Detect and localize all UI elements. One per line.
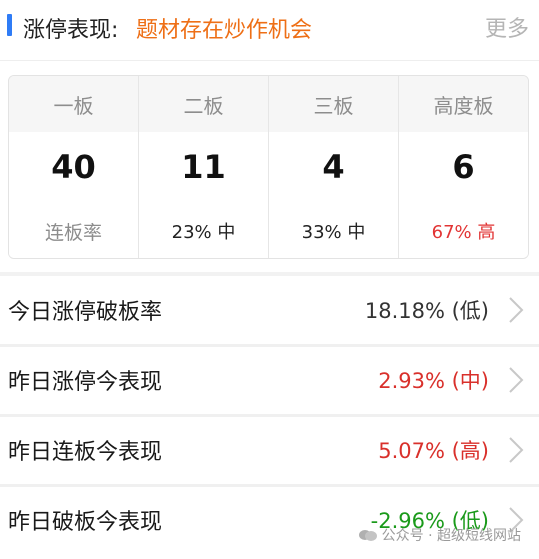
rate-cell: 67% 高 [399, 202, 528, 258]
metric-label: 昨日连板今表现 [8, 440, 163, 465]
metric-row-limit-break-rate[interactable]: 今日涨停破板率 18.18% (低) [0, 277, 539, 343]
board-col-header: 二板 [139, 76, 269, 132]
board-col-header: 三板 [269, 76, 399, 132]
board-col-header: 一板 [9, 76, 139, 132]
board-col-header: 高度板 [399, 76, 528, 132]
metric-label: 今日涨停破板率 [8, 300, 163, 325]
metric-value: 5.07% (高) [378, 439, 489, 463]
board-count-cell: 4 [269, 132, 399, 202]
rate-cell: 33% 中 [269, 202, 399, 258]
header-accent-bar [7, 14, 12, 36]
board-count-cell: 6 [399, 132, 528, 202]
chevron-right-icon [509, 437, 524, 463]
board-col-label: 一板 [53, 93, 94, 118]
board-count: 11 [181, 148, 226, 186]
chevron-right-icon [509, 367, 524, 393]
metric-value: 2.93% (中) [378, 369, 489, 393]
metric-label: 昨日破板今表现 [8, 510, 163, 535]
rate-value: 67% 高 [431, 222, 496, 243]
watermark-text: 公众号 · 超级短线网站 [381, 528, 521, 544]
rate-label-cell: 连板率 [9, 202, 139, 258]
board-count-row: 40 11 4 6 [9, 132, 528, 202]
metric-row-yesterday-consecutive[interactable]: 昨日连板今表现 5.07% (高) [0, 417, 539, 483]
metric-label: 昨日涨停今表现 [8, 370, 163, 395]
board-stats-table: 一板 二板 三板 高度板 40 11 4 6 连板率 23% 中 33% 中 6… [8, 75, 529, 259]
chevron-right-icon [509, 297, 524, 323]
board-header-row: 一板 二板 三板 高度板 [9, 76, 528, 132]
more-link[interactable]: 更多 [485, 11, 529, 43]
section-subtitle: 题材存在炒作机会 [136, 18, 313, 43]
board-col-label: 二板 [183, 93, 224, 118]
section-title: 涨停表现: [23, 18, 119, 43]
board-col-label: 三板 [313, 93, 354, 118]
rate-value: 33% 中 [301, 222, 366, 243]
wechat-icon [358, 530, 377, 541]
metric-row-yesterday-limit-up[interactable]: 昨日涨停今表现 2.93% (中) [0, 347, 539, 413]
watermark: 公众号 · 超级短线网站 [358, 525, 521, 545]
board-count-cell: 40 [9, 132, 139, 202]
rate-label: 连板率 [44, 221, 102, 244]
rate-cell: 23% 中 [139, 202, 269, 258]
board-count: 6 [452, 148, 475, 186]
rate-value: 23% 中 [171, 222, 236, 243]
section-separator [0, 272, 539, 276]
section-header: 涨停表现: 题材存在炒作机会 更多 [0, 0, 539, 56]
board-rate-row: 连板率 23% 中 33% 中 67% 高 [9, 202, 528, 258]
board-col-label: 高度板 [433, 93, 494, 118]
board-count-cell: 11 [139, 132, 269, 202]
board-count: 40 [51, 148, 96, 186]
board-count: 4 [322, 148, 345, 186]
metric-value: 18.18% (低) [364, 299, 489, 323]
header-divider [0, 60, 539, 61]
